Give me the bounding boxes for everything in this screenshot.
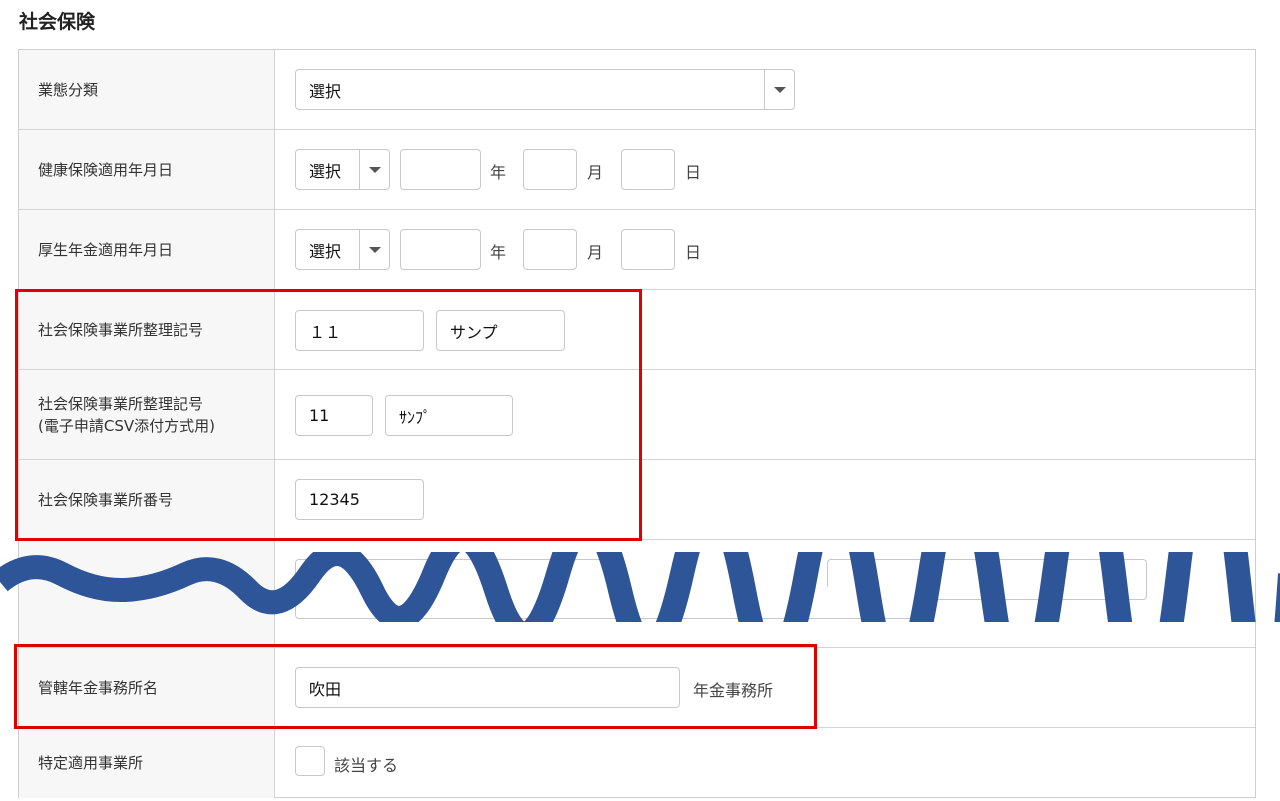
row-office-number: 社会保険事業所番号 12345 — [19, 460, 1255, 540]
office-code-csv-label-line2: (電子申請CSV添付方式用) — [38, 416, 215, 435]
office-code-input-1[interactable]: １１ — [295, 310, 424, 351]
health-year-input[interactable] — [400, 149, 481, 190]
page-title: 社会保険 — [19, 11, 96, 33]
pension-month-input[interactable] — [523, 229, 577, 270]
row-pension-office: 管轄年金事務所名 吹田 年金事務所 — [19, 648, 1255, 728]
chevron-down-icon — [764, 70, 794, 109]
chevron-down-icon — [359, 150, 389, 189]
health-insurance-date-label: 健康保険適用年月日 — [19, 130, 275, 209]
pension-era-value: 選択 — [309, 241, 342, 261]
office-code-value-2: サンプ — [450, 322, 498, 342]
business-category-select[interactable]: 選択 — [295, 69, 795, 110]
day-unit: 日 — [685, 243, 702, 262]
year-unit: 年 — [490, 243, 507, 262]
pension-office-value: 吹田 — [309, 679, 342, 699]
month-unit: 月 — [587, 243, 604, 262]
health-day-input[interactable] — [621, 149, 675, 190]
row-pension-date: 厚生年金適用年月日 選択 年 月 日 — [19, 210, 1255, 290]
office-code-csv-input-1[interactable]: 11 — [295, 395, 373, 436]
pension-office-suffix: 年金事務所 — [693, 681, 774, 700]
office-code-csv-value-2: ｻﾝﾌﾟ — [399, 407, 432, 427]
year-unit: 年 — [490, 163, 507, 182]
office-code-value-1: １１ — [309, 322, 342, 342]
specific-office-label: 特定適用事業所 — [19, 728, 275, 798]
office-code-csv-label-line1: 社会保険事業所整理記号 — [38, 394, 204, 413]
month-unit: 月 — [587, 163, 604, 182]
office-code-csv-input-2[interactable]: ｻﾝﾌﾟ — [385, 395, 513, 436]
office-code-input-2[interactable]: サンプ — [436, 310, 565, 351]
health-month-input[interactable] — [523, 149, 577, 190]
business-category-label: 業態分類 — [19, 50, 275, 129]
pension-office-input[interactable]: 吹田 — [295, 667, 680, 708]
row-business-category: 業態分類 選択 — [19, 50, 1255, 130]
row-health-insurance-date: 健康保険適用年月日 選択 年 月 日 — [19, 130, 1255, 210]
row-office-code: 社会保険事業所整理記号 １１ サンプ — [19, 290, 1255, 370]
office-number-value: 12345 — [309, 490, 360, 509]
chevron-down-icon — [359, 230, 389, 269]
specific-office-checkbox-label[interactable]: 該当する — [334, 752, 398, 776]
office-number-label: 社会保険事業所番号 — [19, 460, 275, 539]
hidden-input-3[interactable] — [295, 587, 935, 619]
office-code-csv-label: 社会保険事業所整理記号 (電子申請CSV添付方式用) — [19, 370, 275, 459]
health-era-value: 選択 — [309, 161, 342, 181]
row-hidden-by-wave — [19, 540, 1255, 648]
specific-office-checkbox[interactable] — [295, 746, 325, 776]
social-insurance-form: 業態分類 選択 健康保険適用年月日 選択 年 月 日 厚生年金適用年月日 選択 … — [18, 49, 1256, 798]
pension-day-input[interactable] — [621, 229, 675, 270]
row-office-code-csv: 社会保険事業所整理記号 (電子申請CSV添付方式用) 11 ｻﾝﾌﾟ — [19, 370, 1255, 460]
pension-date-label: 厚生年金適用年月日 — [19, 210, 275, 289]
row-specific-office: 特定適用事業所 該当する — [19, 728, 1255, 798]
day-unit: 日 — [685, 163, 702, 182]
hidden-row-label — [19, 540, 275, 647]
health-era-select[interactable]: 選択 — [295, 149, 390, 190]
office-number-input[interactable]: 12345 — [295, 479, 424, 520]
office-code-label: 社会保険事業所整理記号 — [19, 290, 275, 369]
office-code-csv-value-1: 11 — [309, 406, 330, 425]
pension-office-label: 管轄年金事務所名 — [19, 648, 275, 727]
pension-era-select[interactable]: 選択 — [295, 229, 390, 270]
business-category-select-value: 選択 — [309, 81, 342, 101]
pension-year-input[interactable] — [400, 229, 481, 270]
